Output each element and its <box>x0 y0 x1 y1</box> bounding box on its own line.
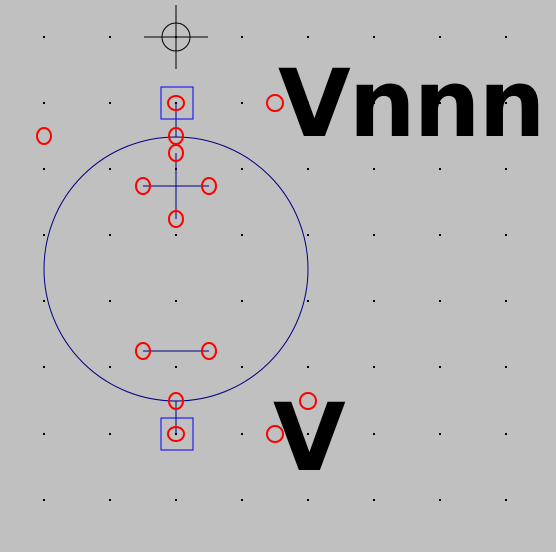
grid-dot <box>373 499 375 501</box>
value-label[interactable]: V <box>273 392 346 486</box>
grid-dot <box>109 168 111 170</box>
grid-dot <box>109 300 111 302</box>
grid-dot <box>241 234 243 236</box>
grid-dot <box>505 36 507 38</box>
grid-dot <box>373 433 375 435</box>
grid-dot <box>439 168 441 170</box>
grid-dot <box>43 168 45 170</box>
grid-dot <box>241 102 243 104</box>
grid-dot <box>241 499 243 501</box>
grid-dot <box>505 366 507 368</box>
grid-dot <box>373 36 375 38</box>
grid-dot <box>439 433 441 435</box>
grid-dot <box>109 102 111 104</box>
grid-dot <box>241 433 243 435</box>
grid-dot <box>109 499 111 501</box>
grid-dot <box>109 234 111 236</box>
grid-dot <box>307 499 309 501</box>
grid-dot <box>241 36 243 38</box>
grid-dot <box>43 433 45 435</box>
grid-dot <box>439 499 441 501</box>
grid-dot <box>109 366 111 368</box>
grid-dot <box>175 300 177 302</box>
grid-dot <box>439 36 441 38</box>
grid-dot <box>307 234 309 236</box>
grid-dot <box>175 499 177 501</box>
grid-dot <box>505 433 507 435</box>
grid-dot <box>241 366 243 368</box>
grid-dot <box>43 36 45 38</box>
grid-dot <box>307 168 309 170</box>
grid-dot <box>505 168 507 170</box>
grid-dot <box>43 366 45 368</box>
grid-dot <box>43 102 45 104</box>
grid-dot <box>307 366 309 368</box>
instance-name-label[interactable]: Vnnn <box>278 58 546 152</box>
grid-dot <box>505 300 507 302</box>
grid-dot <box>109 36 111 38</box>
schematic-symbol-editor-canvas[interactable]: Vnnn V <box>0 0 556 552</box>
grid-dot <box>439 366 441 368</box>
grid-dot <box>505 234 507 236</box>
grid-dot <box>373 366 375 368</box>
grid-dot <box>241 300 243 302</box>
grid-dot <box>43 499 45 501</box>
grid-dot <box>373 234 375 236</box>
crosshair-origin-icon <box>144 5 208 69</box>
grid-dot <box>43 234 45 236</box>
grid-dot <box>373 168 375 170</box>
anchor-handle <box>36 127 52 145</box>
grid-dot <box>439 300 441 302</box>
grid-dot <box>439 234 441 236</box>
grid-dot <box>43 300 45 302</box>
grid-dot <box>307 36 309 38</box>
grid-dot <box>109 433 111 435</box>
grid-dot <box>505 499 507 501</box>
grid-dot <box>307 300 309 302</box>
grid-dot <box>175 234 177 236</box>
grid-dot <box>373 300 375 302</box>
grid-dot <box>241 168 243 170</box>
grid-dot <box>175 366 177 368</box>
